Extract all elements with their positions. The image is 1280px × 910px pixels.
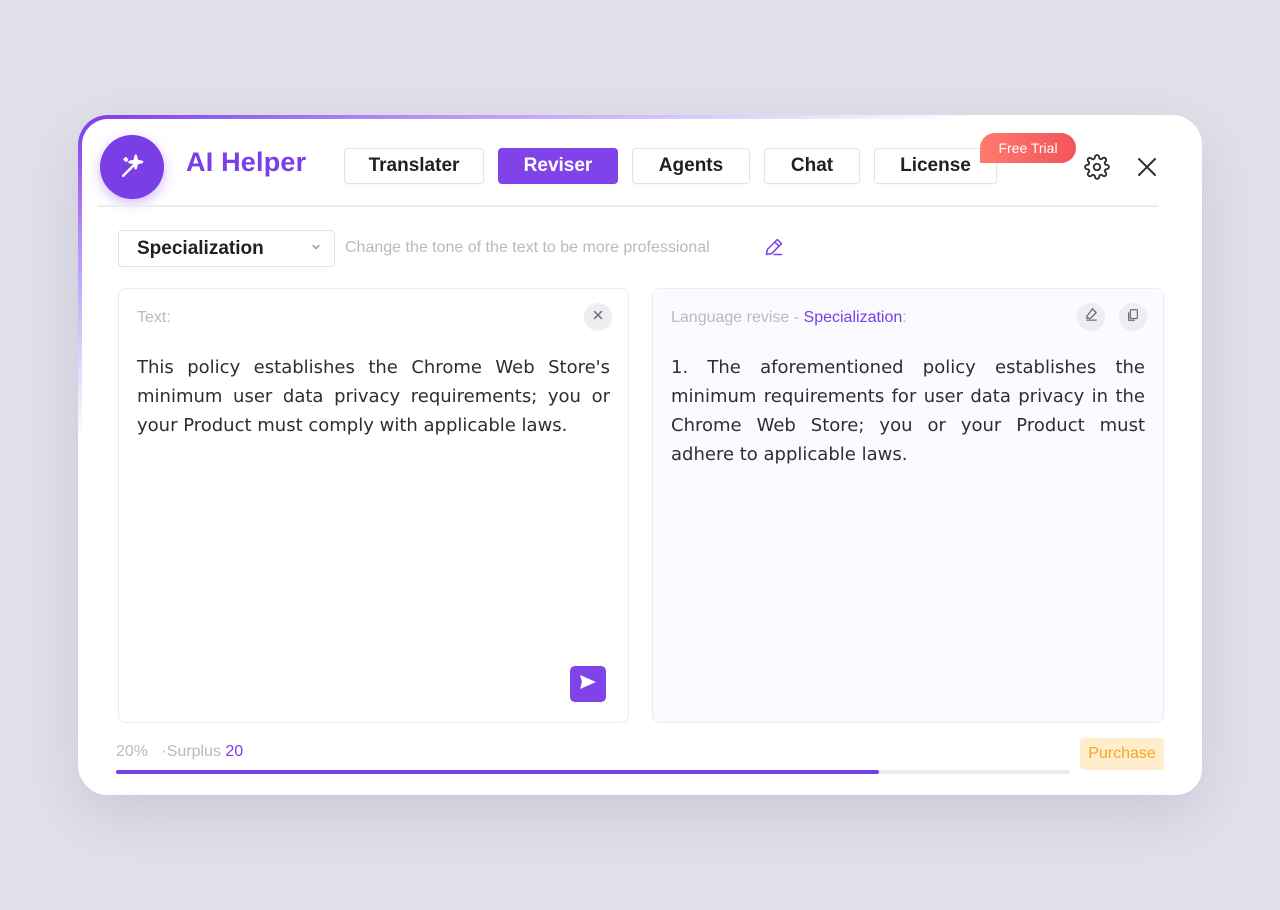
tab-chat[interactable]: Chat — [764, 148, 860, 184]
surplus-value: 20 — [225, 743, 244, 760]
free-trial-badge: Free Trial — [980, 133, 1076, 163]
send-button[interactable] — [570, 666, 606, 702]
app-panel: AI Helper Translater Reviser Agents Chat… — [82, 119, 1202, 795]
header-divider — [98, 205, 1158, 207]
tab-translater[interactable]: Translater — [344, 148, 484, 184]
eraser-icon — [1084, 307, 1099, 327]
copy-icon — [1126, 308, 1140, 327]
clear-output-button[interactable] — [1077, 303, 1105, 331]
output-label-suffix: : — [902, 309, 907, 326]
tab-license[interactable]: License — [874, 148, 997, 184]
gear-icon[interactable] — [1082, 152, 1112, 182]
clear-input-button[interactable] — [584, 303, 612, 331]
mode-description: Change the tone of the text to be more p… — [345, 239, 710, 256]
send-icon — [578, 672, 598, 697]
usage-progress-bar — [116, 770, 1070, 774]
app-window-frame: AI Helper Translater Reviser Agents Chat… — [78, 115, 1202, 795]
revised-output-area: Language revise - Specialization: 1. The… — [652, 288, 1164, 723]
input-text-area[interactable]: Text: This policy establishes the Chrome… — [118, 288, 629, 723]
close-icon — [592, 308, 604, 326]
chevron-down-icon — [310, 240, 322, 258]
tab-agents[interactable]: Agents — [632, 148, 750, 184]
usage-info: 20% ·Surplus 20 — [116, 743, 243, 761]
pencil-icon[interactable] — [764, 237, 784, 262]
output-label: Language revise - Specialization: — [671, 309, 907, 327]
app-title: AI Helper — [186, 147, 307, 177]
usage-percent: 20% — [116, 743, 149, 760]
magic-wand-icon — [100, 135, 164, 199]
usage-progress-fill — [116, 770, 880, 774]
tab-reviser[interactable]: Reviser — [498, 148, 618, 184]
output-label-mode: Specialization — [803, 309, 903, 326]
output-label-prefix: Language revise - — [671, 309, 804, 326]
close-icon[interactable] — [1132, 152, 1162, 182]
surplus-label: ·Surplus — [161, 743, 221, 760]
purchase-button[interactable]: Purchase — [1080, 738, 1164, 770]
input-text[interactable]: This policy establishes the Chrome Web S… — [137, 353, 610, 440]
input-label: Text: — [137, 309, 171, 326]
copy-button[interactable] — [1119, 303, 1147, 331]
mode-dropdown[interactable]: Specialization — [118, 230, 335, 267]
revised-text: 1. The aforementioned policy establishes… — [671, 357, 1145, 465]
mode-dropdown-value: Specialization — [137, 237, 264, 259]
